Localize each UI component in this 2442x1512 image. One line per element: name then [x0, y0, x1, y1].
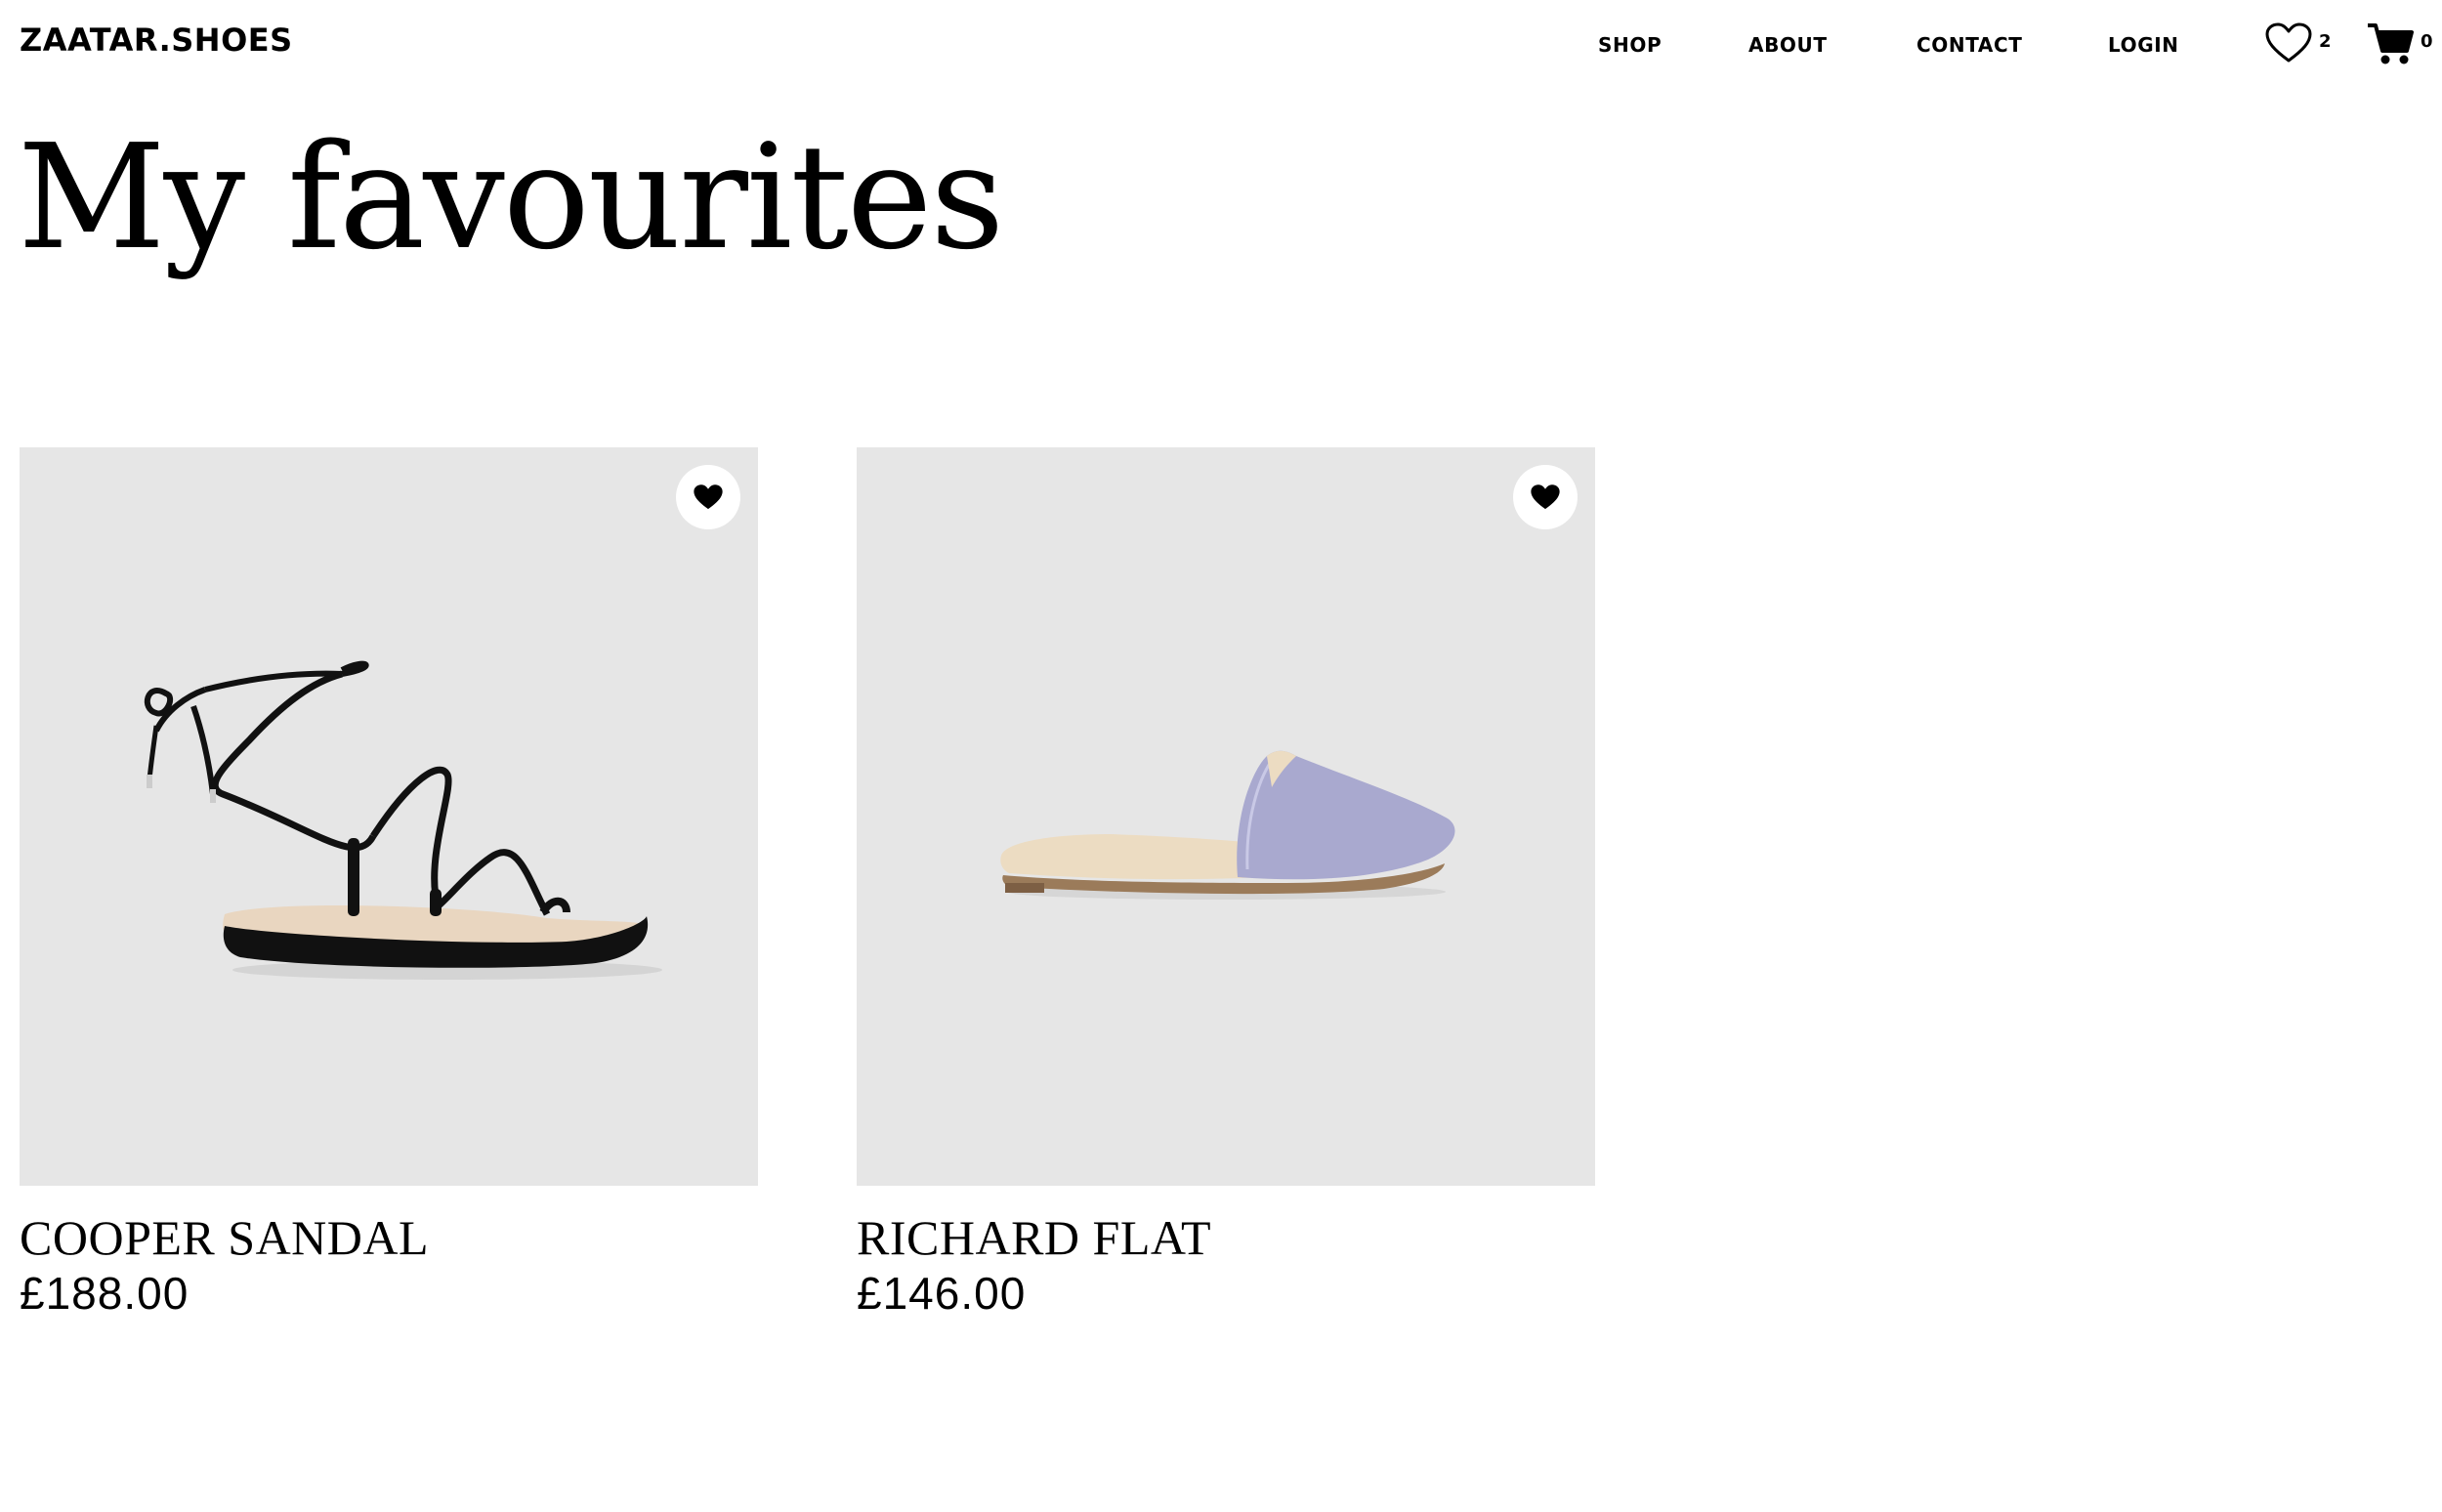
nav-login[interactable]: LOGIN	[2108, 33, 2179, 57]
favourites-link[interactable]: 2	[2264, 21, 2333, 70]
heart-filled-icon	[1531, 484, 1560, 510]
product-card: RICHARD FLAT £146.00	[857, 447, 1595, 1321]
site-header: ZAATAR.SHOES SHOP ABOUT CONTACT LOGIN 2 …	[0, 0, 2442, 88]
nav-contact[interactable]: CONTACT	[1916, 33, 2023, 57]
favourites-page: ZAATAR.SHOES SHOP ABOUT CONTACT LOGIN 2 …	[0, 0, 2442, 1512]
site-logo[interactable]: ZAATAR.SHOES	[20, 21, 293, 59]
product-price: £188.00	[20, 1268, 189, 1319]
product-card: COOPER SANDAL £188.00	[20, 447, 758, 1321]
product-price: £146.00	[857, 1268, 1027, 1319]
sandal-image	[145, 660, 662, 980]
product-name[interactable]: COOPER SANDAL	[20, 1211, 758, 1265]
cart-icon	[2368, 23, 2414, 64]
flat-mule-image	[1000, 750, 1455, 900]
nav-shop[interactable]: SHOP	[1598, 33, 1662, 57]
favourites-count: 2	[2319, 31, 2332, 52]
nav-about[interactable]: ABOUT	[1748, 33, 1828, 57]
product-image[interactable]	[20, 447, 758, 1186]
page-title: My favourites	[18, 113, 1004, 281]
cart-link[interactable]: 0	[2366, 21, 2434, 70]
heart-outline-icon	[2265, 22, 2312, 63]
remove-favourite-button[interactable]	[1513, 465, 1578, 529]
cart-count: 0	[2421, 31, 2433, 52]
heart-filled-icon	[694, 484, 723, 510]
product-image[interactable]	[857, 447, 1595, 1186]
remove-favourite-button[interactable]	[676, 465, 740, 529]
product-name[interactable]: RICHARD FLAT	[857, 1211, 1595, 1265]
